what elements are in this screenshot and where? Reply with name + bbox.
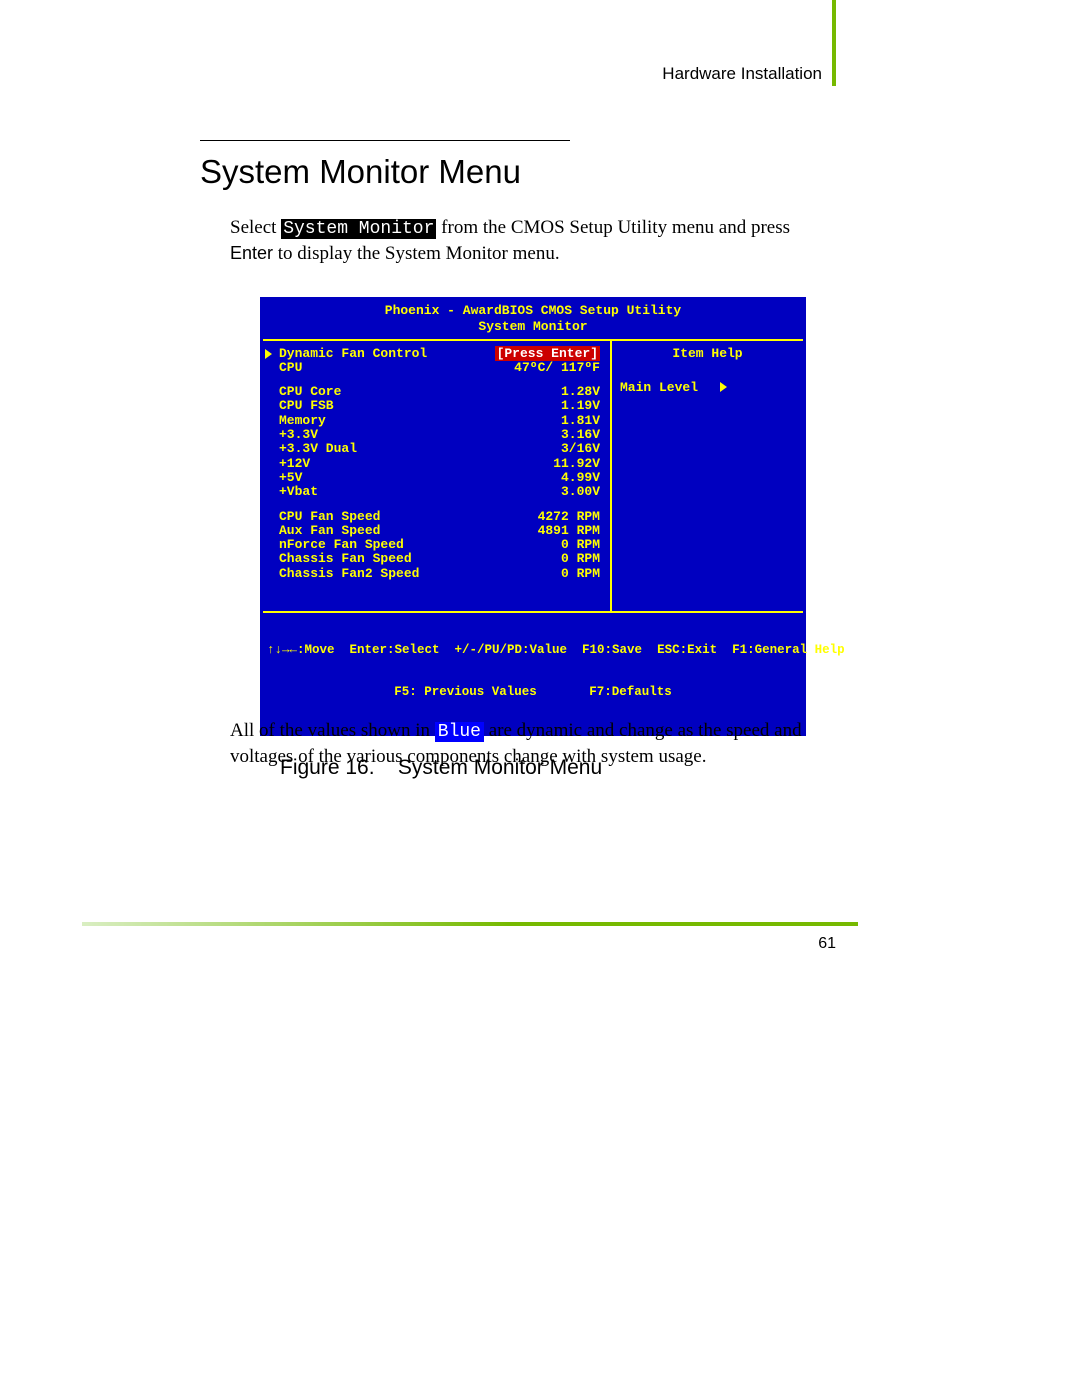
bios-label: +3.3V — [273, 428, 318, 442]
bios-label: nForce Fan Speed — [273, 538, 404, 552]
blue-inline-box: Blue — [435, 722, 484, 742]
bios-row: Aux Fan Speed4891 RPM — [273, 524, 600, 538]
caret-icon — [265, 349, 272, 359]
bios-row: CPU Fan Speed4272 RPM — [273, 510, 600, 524]
bios-value: 4272 RPM — [380, 510, 600, 524]
main-level-label: Main Level — [620, 380, 698, 395]
bios-footer: ↑↓→←:Move Enter:Select +/-/PU/PD:Value F… — [263, 613, 803, 733]
system-monitor-inline-box: System Monitor — [281, 219, 436, 239]
bios-value: 0 RPM — [404, 538, 600, 552]
bios-body: Dynamic Fan Control [Press Enter] CPU47º… — [263, 339, 803, 613]
bios-row: nForce Fan Speed0 RPM — [273, 538, 600, 552]
bios-row: CPU Core1.28V — [273, 385, 600, 399]
bios-label: +Vbat — [273, 485, 318, 499]
intro-text-pre: Select — [230, 217, 281, 238]
bios-label: Chassis Fan2 Speed — [273, 567, 419, 581]
note-paragraph-wrap: All of the values shown in Blue are dyna… — [230, 718, 790, 790]
bios-value: 4.99V — [302, 471, 600, 485]
bios-label: Chassis Fan Speed — [273, 552, 412, 566]
bios-label: Dynamic Fan Control — [273, 347, 427, 361]
bios-help-pane: Item Help Main Level — [612, 341, 803, 611]
bios-label: +12V — [273, 457, 310, 471]
bios-value: 11.92V — [310, 457, 600, 471]
intro-text-mid: from the CMOS Setup Utility menu and pre… — [436, 217, 790, 238]
bios-row: CPU FSB1.19V — [273, 399, 600, 413]
bios-value: 0 RPM — [419, 567, 600, 581]
bios-value: 3.16V — [318, 428, 600, 442]
bios-label: CPU Fan Speed — [273, 510, 380, 524]
bios-value: 4891 RPM — [380, 524, 600, 538]
breadcrumb: Hardware Installation — [662, 64, 822, 84]
item-help-title: Item Help — [620, 347, 795, 361]
bios-footer-line2: F5: Previous Values F7:Defaults — [267, 686, 799, 700]
bios-row-dynamic-fan[interactable]: Dynamic Fan Control [Press Enter] — [273, 347, 600, 361]
intro-text-post: to display the System Monitor menu. — [273, 243, 560, 264]
bios-footer-line1: ↑↓→←:Move Enter:Select +/-/PU/PD:Value F… — [267, 644, 799, 658]
bios-label: +5V — [273, 471, 302, 485]
bios-row: +3.3V Dual3/16V — [273, 442, 600, 456]
bios-value: 3/16V — [357, 442, 600, 456]
bios-label: +3.3V Dual — [273, 442, 357, 456]
bios-value: 1.28V — [341, 385, 600, 399]
bios-row: Chassis Fan Speed0 RPM — [273, 552, 600, 566]
bios-row: +3.3V3.16V — [273, 428, 600, 442]
bios-label: CPU Core — [273, 385, 341, 399]
bios-row: Chassis Fan2 Speed0 RPM — [273, 567, 600, 581]
note-paragraph: All of the values shown in Blue are dyna… — [230, 718, 830, 770]
enter-key-label: Enter — [230, 243, 273, 263]
bios-value: 1.81V — [326, 414, 600, 428]
note-text-pre: All of the values shown in — [230, 720, 435, 741]
main-content: System Monitor Menu Select System Monito… — [200, 140, 840, 780]
bios-row: +5V4.99V — [273, 471, 600, 485]
header-accent — [832, 0, 836, 86]
bios-row: CPU47ºC/ 117ºF — [273, 361, 600, 375]
bios-row: +12V11.92V — [273, 457, 600, 471]
press-enter-badge: [Press Enter] — [495, 346, 600, 361]
bios-value: 1.19V — [334, 399, 600, 413]
bios-label: Memory — [273, 414, 326, 428]
bios-label: Aux Fan Speed — [273, 524, 380, 538]
bios-label: CPU FSB — [273, 399, 334, 413]
document-page: Hardware Installation System Monitor Men… — [0, 0, 1080, 1397]
bios-value: 47ºC/ 117ºF — [302, 361, 600, 375]
page-number: 61 — [818, 935, 836, 953]
bios-title-line2: System Monitor — [263, 320, 803, 338]
bios-title-line1: Phoenix - AwardBIOS CMOS Setup Utility — [263, 300, 803, 320]
bios-value: 0 RPM — [412, 552, 600, 566]
bios-row: Memory1.81V — [273, 414, 600, 428]
bios-row: +Vbat3.00V — [273, 485, 600, 499]
footer-divider — [82, 922, 858, 926]
bios-value: [Press Enter] — [427, 347, 600, 361]
bios-value: 3.00V — [318, 485, 600, 499]
page-title: System Monitor Menu — [200, 140, 570, 191]
intro-paragraph: Select System Monitor from the CMOS Setu… — [230, 215, 830, 267]
chevron-right-icon — [720, 382, 727, 392]
bios-panel: Phoenix - AwardBIOS CMOS Setup Utility S… — [260, 297, 806, 736]
bios-label: CPU — [273, 361, 302, 375]
bios-left-pane: Dynamic Fan Control [Press Enter] CPU47º… — [263, 341, 612, 611]
main-level-row: Main Level — [620, 381, 795, 395]
